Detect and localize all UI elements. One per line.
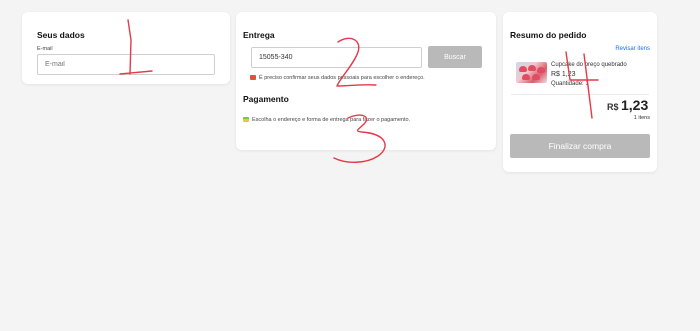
review-items-link[interactable]: Revisar itens [615, 46, 650, 52]
delivery-card: Entrega 15055-340 Buscar É preciso confi… [236, 12, 496, 150]
item-price: R$ 1,23 [551, 71, 576, 78]
delivery-title: Entrega [243, 30, 275, 40]
product-image [516, 62, 547, 83]
card-icon [243, 117, 249, 123]
payment-notice: Escolha o endereço e forma de entrega pa… [243, 117, 410, 123]
truck-icon [250, 75, 256, 81]
item-name: Cupcake do preço quebrado [551, 62, 627, 68]
order-summary-title: Resumo do pedido [510, 30, 587, 40]
divider [511, 94, 649, 95]
item-quantity: Quantidade: 1 [551, 81, 589, 87]
search-button[interactable]: Buscar [428, 46, 482, 68]
total-currency: R$ [607, 102, 619, 112]
total-value: 1,23 [621, 97, 649, 113]
checkout-button[interactable]: Finalizar compra [510, 134, 650, 158]
delivery-notice: É preciso confirmar seus dados pessoais … [250, 75, 425, 81]
delivery-notice-text: É preciso confirmar seus dados pessoais … [259, 75, 425, 81]
personal-data-title: Seus dados [37, 30, 85, 40]
personal-data-card: Seus dados E-mail [22, 12, 230, 84]
payment-notice-text: Escolha o endereço e forma de entrega pa… [252, 117, 411, 123]
order-summary-card: Resumo do pedido Revisar itens Cupcake d… [503, 12, 657, 172]
payment-title: Pagamento [243, 94, 289, 104]
cep-input[interactable]: 15055-340 [251, 47, 422, 68]
email-input[interactable] [37, 54, 215, 75]
email-label: E-mail [37, 46, 53, 52]
cep-value: 15055-340 [259, 54, 293, 61]
total-items: 1 itens [633, 115, 650, 121]
